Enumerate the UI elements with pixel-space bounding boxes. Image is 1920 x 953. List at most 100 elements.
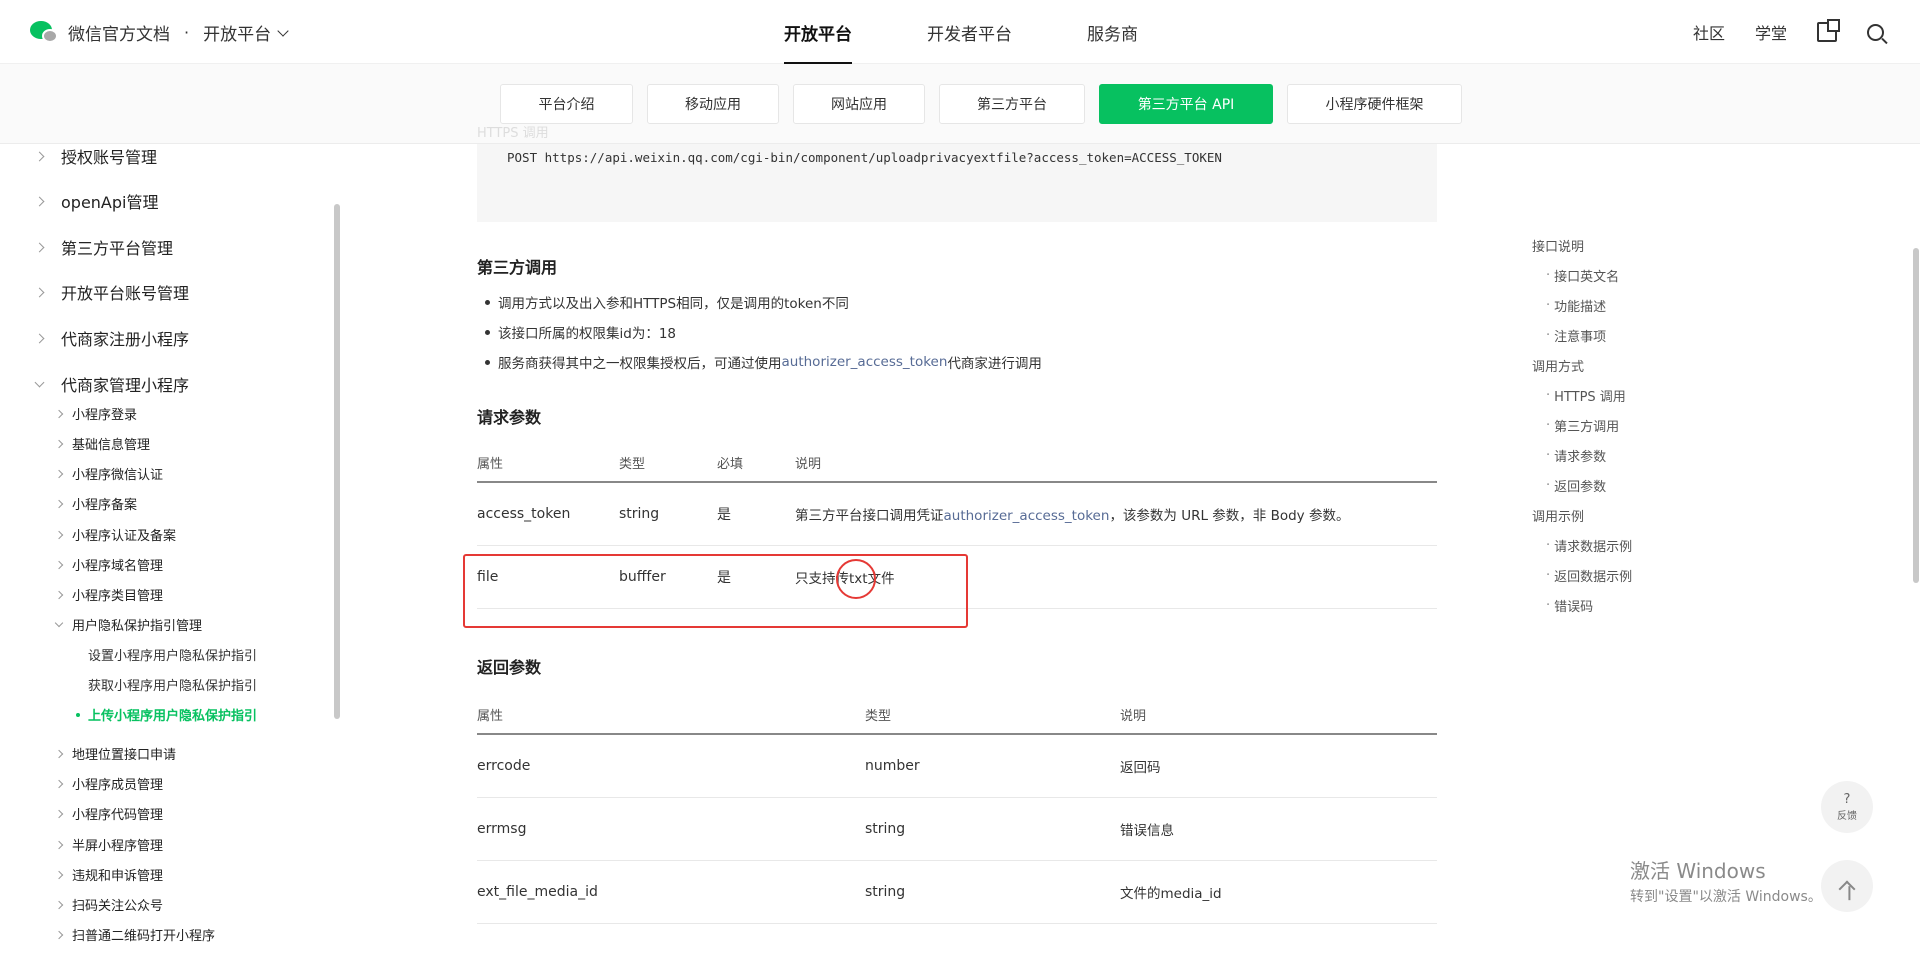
sidebar-item-miniprogram-login[interactable]: 小程序登录 bbox=[54, 404, 137, 423]
desc-text: 第三方平台接口调用凭证 bbox=[795, 508, 944, 524]
sidebar-item-label: 小程序类目管理 bbox=[72, 589, 164, 604]
chevron-right-icon bbox=[34, 333, 45, 343]
cell-name: access_token bbox=[477, 506, 571, 522]
authorizer-token-link[interactable]: authorizer_access_token bbox=[782, 354, 948, 370]
chevron-right-icon bbox=[54, 469, 64, 478]
tab-platform-intro[interactable]: 平台介绍 bbox=[500, 84, 633, 124]
chevron-right-icon bbox=[54, 590, 64, 599]
toc-api-english-name[interactable]: 接口英文名 bbox=[1532, 260, 1632, 290]
search-icon[interactable] bbox=[1867, 23, 1884, 41]
toc-https-call[interactable]: HTTPS 调用 bbox=[1532, 380, 1632, 410]
authorizer-token-link[interactable]: authorizer_access_token bbox=[944, 508, 1110, 524]
faint-section-heading: HTTPS 调用 bbox=[477, 126, 549, 141]
sidebar-item-code-mgmt[interactable]: 小程序代码管理 bbox=[54, 804, 163, 823]
brand-separator: · bbox=[184, 23, 190, 42]
sidebar-item-location-api[interactable]: 地理位置接口申请 bbox=[54, 744, 177, 763]
sidebar-item-basic-info[interactable]: 基础信息管理 bbox=[54, 434, 150, 453]
sidebar-item-verify-and-filing[interactable]: 小程序认证及备案 bbox=[54, 525, 177, 544]
toc-request-params[interactable]: 请求参数 bbox=[1532, 440, 1632, 470]
chevron-right-icon bbox=[54, 530, 64, 539]
sidebar-item-label: 地理位置接口申请 bbox=[72, 748, 177, 763]
window-switch-icon[interactable] bbox=[1817, 19, 1840, 42]
chevron-right-icon bbox=[54, 930, 64, 939]
request-url-code: POST https://api.weixin.qq.com/cgi-bin/c… bbox=[507, 150, 1222, 165]
toc-notes[interactable]: 注意事项 bbox=[1532, 320, 1632, 350]
sidebar-item-authorized-accounts[interactable]: 授权账号管理 bbox=[34, 144, 158, 168]
toc-response-example[interactable]: 返回数据示例 bbox=[1532, 560, 1632, 590]
feedback-button[interactable]: ? 反馈 bbox=[1821, 781, 1873, 833]
sidebar-item-member-mgmt[interactable]: 小程序成员管理 bbox=[54, 774, 163, 793]
brand-title[interactable]: 微信官方文档 bbox=[68, 20, 170, 45]
tab-third-party-platform[interactable]: 第三方平台 bbox=[939, 84, 1085, 124]
wechat-logo-icon bbox=[30, 20, 60, 45]
sidebar-item-upload-privacy-guide[interactable]: 上传小程序用户隐私保护指引 bbox=[76, 705, 257, 724]
sidebar-item-category-mgmt[interactable]: 小程序类目管理 bbox=[54, 585, 164, 604]
table-row: errmsg string 错误信息 bbox=[477, 798, 1437, 861]
nav-developer-platform[interactable]: 开发者平台 bbox=[927, 0, 1012, 64]
code-block: POST https://api.weixin.qq.com/cgi-bin/c… bbox=[477, 144, 1437, 222]
sidebar-item-label: 小程序认证及备案 bbox=[72, 529, 177, 544]
sidebar-item-label: 扫码关注公众号 bbox=[72, 899, 164, 914]
cell-name: errcode bbox=[477, 758, 531, 774]
bullet-item: 调用方式以及出入参和HTTPS相同，仅是调用的token不同 bbox=[477, 287, 1042, 317]
sidebar-item-scan-follow[interactable]: 扫码关注公众号 bbox=[54, 895, 164, 914]
academy-link[interactable]: 学堂 bbox=[1755, 20, 1787, 44]
sidebar-item-set-privacy-guide[interactable]: 设置小程序用户隐私保护指引 bbox=[88, 645, 257, 664]
sidebar-item-third-party-mgmt[interactable]: 第三方平台管理 bbox=[34, 235, 173, 259]
toc-response-params[interactable]: 返回参数 bbox=[1532, 470, 1632, 500]
nav-open-platform[interactable]: 开放平台 bbox=[784, 0, 852, 64]
back-to-top-button[interactable] bbox=[1821, 860, 1873, 912]
col-attr: 属性 bbox=[477, 708, 504, 724]
table-row: errcode number 返回码 bbox=[477, 735, 1437, 798]
nav-service-provider[interactable]: 服务商 bbox=[1087, 0, 1138, 64]
toc-api-description[interactable]: 接口说明 bbox=[1532, 230, 1632, 260]
sidebar-item-privacy-guide-mgmt[interactable]: 用户隐私保护指引管理 bbox=[54, 615, 203, 634]
sidebar-item-label: 授权账号管理 bbox=[61, 148, 158, 167]
sidebar-item-violation-appeal[interactable]: 违规和申诉管理 bbox=[54, 865, 163, 884]
arrow-up-icon bbox=[1838, 880, 1856, 898]
sidebar-item-openapi[interactable]: openApi管理 bbox=[34, 189, 158, 213]
sidebar-item-label: 小程序备案 bbox=[72, 498, 138, 513]
sidebar-item-manage-miniprogram[interactable]: 代商家管理小程序 bbox=[34, 372, 189, 396]
sidebar-item-label: 用户隐私保护指引管理 bbox=[72, 619, 203, 634]
tab-mobile-app[interactable]: 移动应用 bbox=[647, 84, 779, 124]
brand[interactable]: 微信官方文档 · 开放平台 bbox=[30, 20, 289, 45]
tab-website-app[interactable]: 网站应用 bbox=[793, 84, 925, 124]
toc-call-examples[interactable]: 调用示例 bbox=[1532, 500, 1632, 530]
chevron-right-icon bbox=[54, 809, 64, 818]
sidebar-item-icp-filing[interactable]: 小程序备案 bbox=[54, 494, 138, 513]
platform-dropdown[interactable]: 开放平台 bbox=[203, 20, 289, 45]
sidebar-item-register-miniprogram[interactable]: 代商家注册小程序 bbox=[34, 326, 189, 350]
sidebar-scrollbar[interactable] bbox=[334, 204, 340, 719]
toc-function-description[interactable]: 功能描述 bbox=[1532, 290, 1632, 320]
community-link[interactable]: 社区 bbox=[1693, 20, 1725, 44]
toc-request-example[interactable]: 请求数据示例 bbox=[1532, 530, 1632, 560]
sidebar-item-open-account[interactable]: 开放平台账号管理 bbox=[34, 280, 189, 304]
page-scrollbar[interactable] bbox=[1913, 248, 1919, 583]
chevron-right-icon bbox=[54, 560, 64, 569]
sidebar-item-get-privacy-guide[interactable]: 获取小程序用户隐私保护指引 bbox=[88, 675, 257, 694]
sidebar-item-domain-mgmt[interactable]: 小程序域名管理 bbox=[54, 555, 163, 574]
cell-type: string bbox=[865, 884, 906, 900]
tab-third-party-api[interactable]: 第三方平台 API bbox=[1099, 84, 1273, 124]
cell-type: string bbox=[865, 821, 906, 837]
annotation-circle bbox=[836, 559, 876, 599]
toc-call-method[interactable]: 调用方式 bbox=[1532, 350, 1632, 380]
watermark-subtitle: 转到"设置"以激活 Windows。 bbox=[1630, 889, 1822, 905]
tab-miniprogram-hardware[interactable]: 小程序硬件框架 bbox=[1287, 84, 1462, 124]
cell-type: number bbox=[865, 758, 920, 774]
toc-error-codes[interactable]: 错误码 bbox=[1532, 590, 1632, 620]
chevron-down-icon bbox=[54, 618, 64, 627]
sub-nav: HTTPS 调用 平台介绍 移动应用 网站应用 第三方平台 第三方平台 API … bbox=[0, 64, 1920, 144]
chevron-right-icon bbox=[34, 287, 45, 297]
chevron-right-icon bbox=[34, 242, 45, 252]
table-of-contents: 接口说明 接口英文名 功能描述 注意事项 调用方式 HTTPS 调用 第三方调用… bbox=[1532, 230, 1632, 620]
sidebar-item-label: 小程序微信认证 bbox=[72, 468, 164, 483]
sidebar-item-qrcode-open[interactable]: 扫普通二维码打开小程序 bbox=[54, 925, 215, 944]
sidebar-item-label: 设置小程序用户隐私保护指引 bbox=[88, 649, 258, 664]
sidebar-item-wechat-verify[interactable]: 小程序微信认证 bbox=[54, 464, 164, 483]
response-params-table: 属性 类型 说明 errcode number 返回码 errmsg strin… bbox=[477, 695, 1437, 924]
toc-third-party-call[interactable]: 第三方调用 bbox=[1532, 410, 1632, 440]
sidebar-item-half-screen[interactable]: 半屏小程序管理 bbox=[54, 835, 163, 854]
col-required: 必填 bbox=[717, 456, 744, 472]
